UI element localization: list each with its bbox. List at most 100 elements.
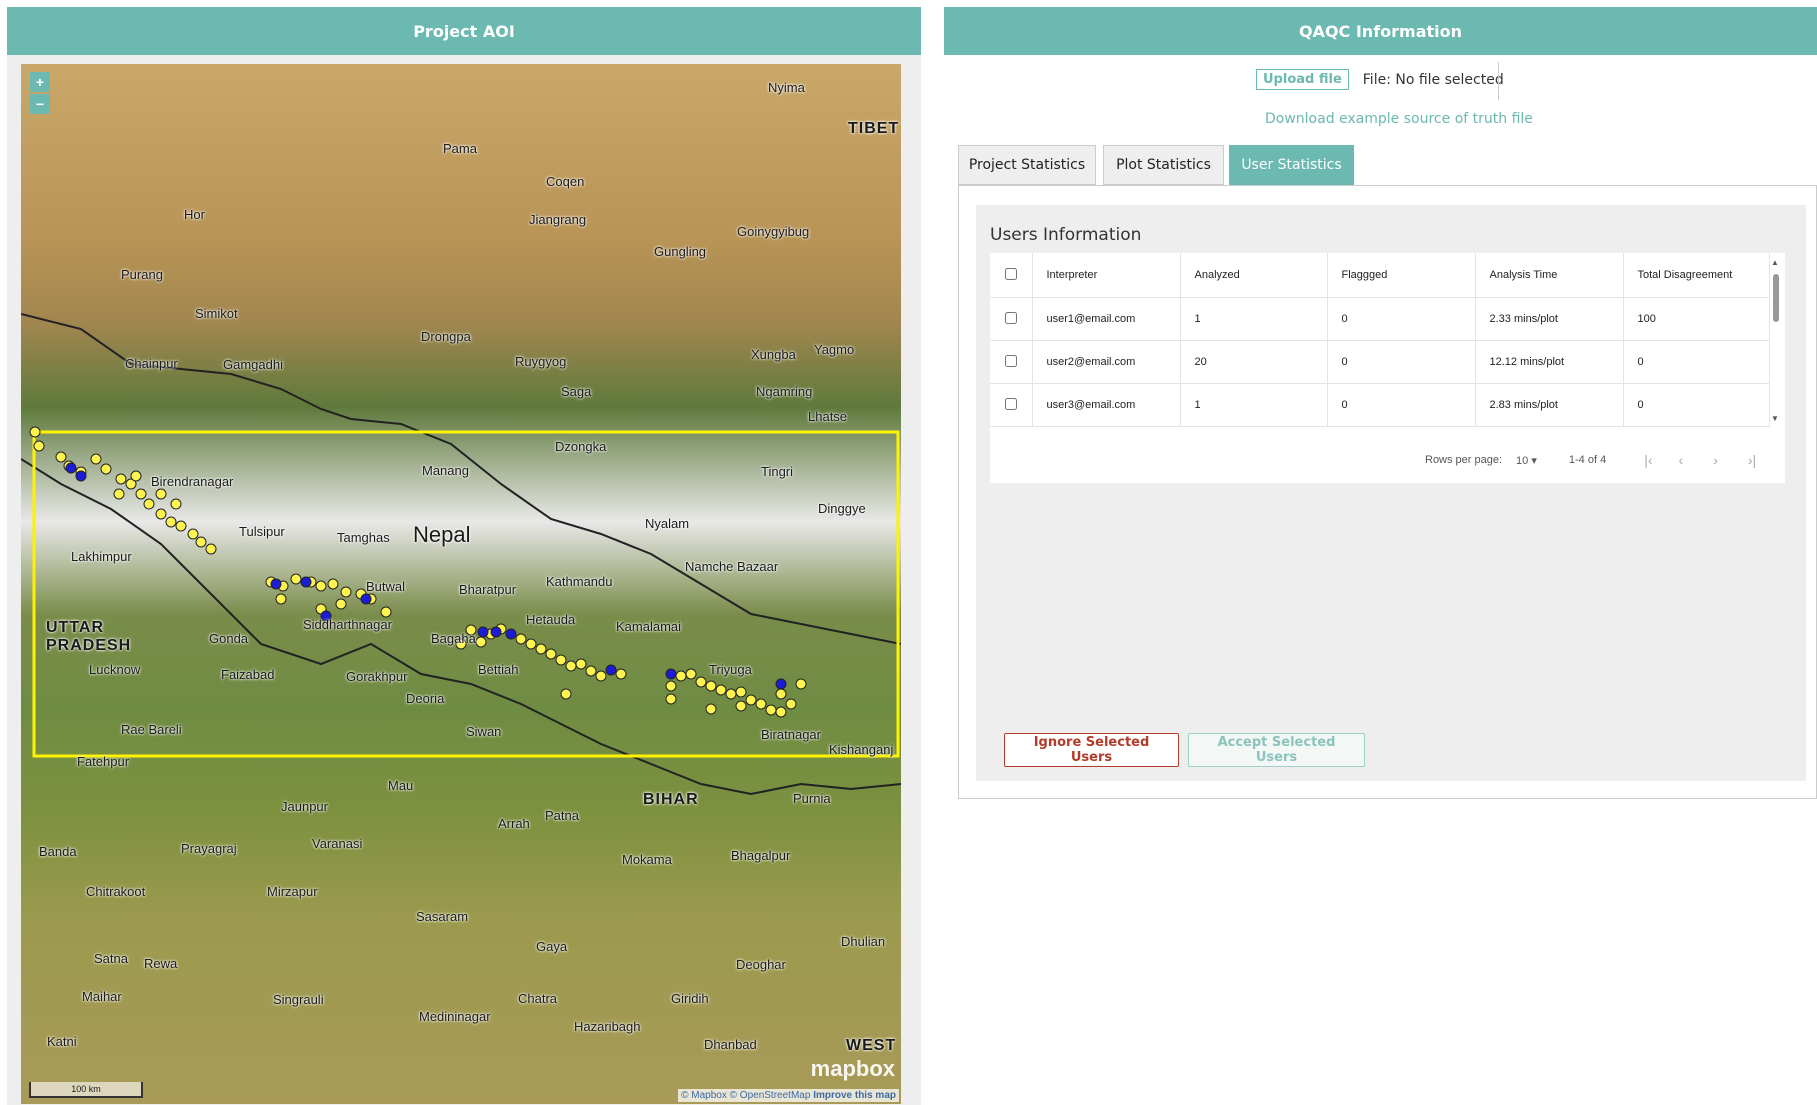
plot-marker[interactable] [745,694,757,706]
plot-marker[interactable] [765,704,777,716]
zoom-out-button[interactable]: − [30,94,50,114]
column-header-analyzed[interactable]: Analyzed [1180,253,1328,298]
plot-marker[interactable] [705,680,717,692]
plot-marker[interactable] [545,648,557,660]
plot-marker[interactable] [775,706,787,718]
tab-project-statistics[interactable]: Project Statistics [958,145,1096,185]
plot-marker[interactable] [380,606,392,618]
table-row[interactable]: user3@email.com 1 0 2.83 mins/plot 0 [990,383,1770,427]
tab-plot-statistics[interactable]: Plot Statistics [1103,145,1224,185]
plot-marker[interactable] [735,686,747,698]
plot-marker[interactable] [515,633,527,645]
plot-marker[interactable] [755,698,767,710]
plot-marker[interactable] [113,488,125,500]
plot-marker[interactable] [100,463,112,475]
tab-user-statistics[interactable]: User Statistics [1229,145,1354,185]
plot-marker[interactable] [29,426,41,438]
plot-marker[interactable] [535,643,547,655]
plot-marker[interactable] [775,688,787,700]
plot-marker[interactable] [175,520,187,532]
plot-marker[interactable] [315,580,327,592]
upload-file-button[interactable]: Upload file [1256,69,1349,90]
plot-marker[interactable] [275,593,287,605]
flagged-plot-marker[interactable] [360,593,372,605]
table-scrollbar-thumb[interactable] [1773,274,1779,322]
row-checkbox[interactable] [1004,397,1017,410]
plot-marker[interactable] [135,488,147,500]
plot-marker[interactable] [525,638,537,650]
plot-marker[interactable] [475,636,487,648]
plot-marker[interactable] [725,688,737,700]
plot-marker[interactable] [170,498,182,510]
plot-marker[interactable] [340,586,352,598]
plot-marker[interactable] [290,573,302,585]
plot-marker[interactable] [155,508,167,520]
aoi-map[interactable]: + − Nepal Kathmandu Tingri Dzongka Manan… [21,64,901,1104]
plot-marker[interactable] [695,676,707,688]
plot-marker[interactable] [665,693,677,705]
plot-marker[interactable] [705,703,717,715]
plot-marker[interactable] [143,498,155,510]
plot-marker[interactable] [195,536,207,548]
column-header-interpreter[interactable]: Interpreter [1032,253,1181,298]
mapbox-attribution-link[interactable]: © Mapbox [681,1090,727,1101]
flagged-plot-marker[interactable] [775,678,787,690]
flagged-plot-marker[interactable] [605,664,617,676]
flagged-plot-marker[interactable] [65,462,77,474]
flagged-plot-marker[interactable] [665,668,677,680]
previous-page-icon[interactable]: ‹ [1679,452,1684,468]
zoom-in-button[interactable]: + [30,72,50,92]
table-row[interactable]: user1@email.com 1 0 2.33 mins/plot 100 [990,297,1770,341]
flagged-plot-marker[interactable] [270,578,282,590]
plot-marker[interactable] [115,473,127,485]
plot-marker[interactable] [555,654,567,666]
plot-marker[interactable] [165,516,177,528]
plot-marker[interactable] [327,578,339,590]
plot-marker[interactable] [33,440,45,452]
plot-marker[interactable] [90,453,102,465]
plot-marker[interactable] [685,668,697,680]
plot-marker[interactable] [795,678,807,690]
accept-selected-users-button[interactable]: Accept Selected Users [1188,733,1365,767]
analysis-time-cell: 2.83 mins/plot [1475,383,1624,427]
plot-marker[interactable] [715,684,727,696]
improve-map-link[interactable]: Improve this map [813,1090,896,1101]
flagged-plot-marker[interactable] [300,576,312,588]
plot-marker[interactable] [665,680,677,692]
plot-marker[interactable] [785,698,797,710]
ignore-selected-users-button[interactable]: Ignore Selected Users [1004,733,1179,767]
plot-marker[interactable] [205,543,217,555]
flagged-plot-marker[interactable] [505,628,517,640]
column-header-flagged[interactable]: Flaggged [1327,253,1476,298]
plot-marker[interactable] [130,470,142,482]
table-row[interactable]: user2@email.com 20 0 12.12 mins/plot 0 [990,340,1770,384]
scroll-down-icon[interactable]: ▼ [1771,414,1779,423]
column-header-total-disagreement[interactable]: Total Disagreement [1623,253,1770,298]
flagged-plot-marker[interactable] [75,470,87,482]
row-checkbox[interactable] [1004,354,1017,367]
row-checkbox[interactable] [1004,311,1017,324]
plot-marker[interactable] [55,451,67,463]
flagged-plot-marker[interactable] [490,626,502,638]
osm-attribution-link[interactable]: © OpenStreetMap [730,1090,811,1101]
plot-marker[interactable] [735,700,747,712]
plot-marker[interactable] [575,658,587,670]
plot-marker[interactable] [615,668,627,680]
plot-marker[interactable] [155,488,167,500]
last-page-icon[interactable]: ›| [1748,452,1756,468]
plot-marker[interactable] [585,665,597,677]
plot-marker[interactable] [675,670,687,682]
plot-marker[interactable] [595,670,607,682]
plot-marker[interactable] [565,660,577,672]
flagged-plot-marker[interactable] [477,626,489,638]
column-header-analysis-time[interactable]: Analysis Time [1475,253,1624,298]
select-all-checkbox[interactable] [1004,267,1017,280]
plot-marker[interactable] [187,528,199,540]
first-page-icon[interactable]: |‹ [1644,452,1652,468]
next-page-icon[interactable]: › [1713,452,1718,468]
download-example-link[interactable]: Download example source of truth file [1265,111,1533,127]
plot-marker[interactable] [335,598,347,610]
scroll-up-icon[interactable]: ▲ [1771,258,1779,267]
plot-marker[interactable] [560,688,572,700]
rows-per-page-select[interactable]: 10 ▾ [1516,454,1537,467]
